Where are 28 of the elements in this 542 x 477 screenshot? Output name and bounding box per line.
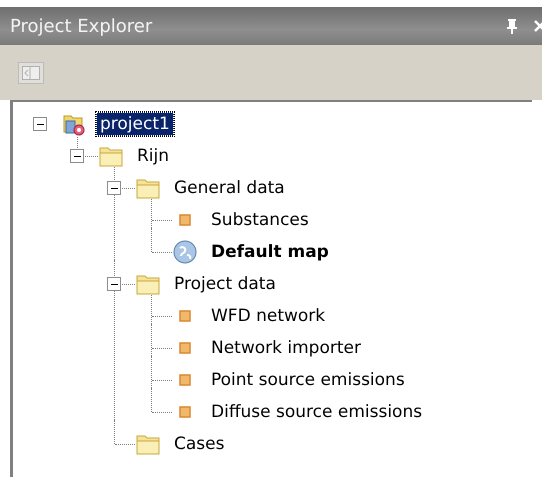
tree-item[interactable]: Project data	[170, 272, 280, 296]
square-icon	[179, 374, 191, 386]
folder-icon	[136, 433, 160, 455]
tree-item[interactable]: General data	[170, 176, 289, 200]
collapse-toggle[interactable]	[107, 181, 121, 195]
tree-item[interactable]: Network importer	[207, 336, 365, 360]
collapse-toggle[interactable]	[107, 277, 121, 291]
tree-item[interactable]: WFD network	[207, 304, 330, 328]
panel-icon	[22, 66, 40, 80]
pin-icon[interactable]	[506, 18, 518, 34]
square-icon	[179, 406, 191, 418]
tree-item[interactable]: Diffuse source emissions	[207, 400, 426, 424]
square-icon	[179, 310, 191, 322]
folder-icon	[136, 273, 160, 295]
panel-title: Project Explorer	[10, 16, 154, 36]
tree-item[interactable]: Rijn	[133, 144, 174, 168]
folder-icon	[136, 177, 160, 199]
tree-item[interactable]: Substances	[207, 208, 313, 232]
tree-item[interactable]: project1	[96, 112, 174, 136]
collapse-toggle[interactable]	[70, 149, 84, 163]
tree-item[interactable]: Default map	[207, 240, 333, 264]
globe-icon	[173, 240, 197, 264]
square-icon	[179, 214, 191, 226]
folder-icon	[99, 145, 123, 167]
tree-item[interactable]: Point source emissions	[207, 368, 409, 392]
square-icon	[179, 342, 191, 354]
collapse-toggle[interactable]	[33, 117, 47, 131]
tree-item[interactable]: Cases	[170, 432, 228, 456]
